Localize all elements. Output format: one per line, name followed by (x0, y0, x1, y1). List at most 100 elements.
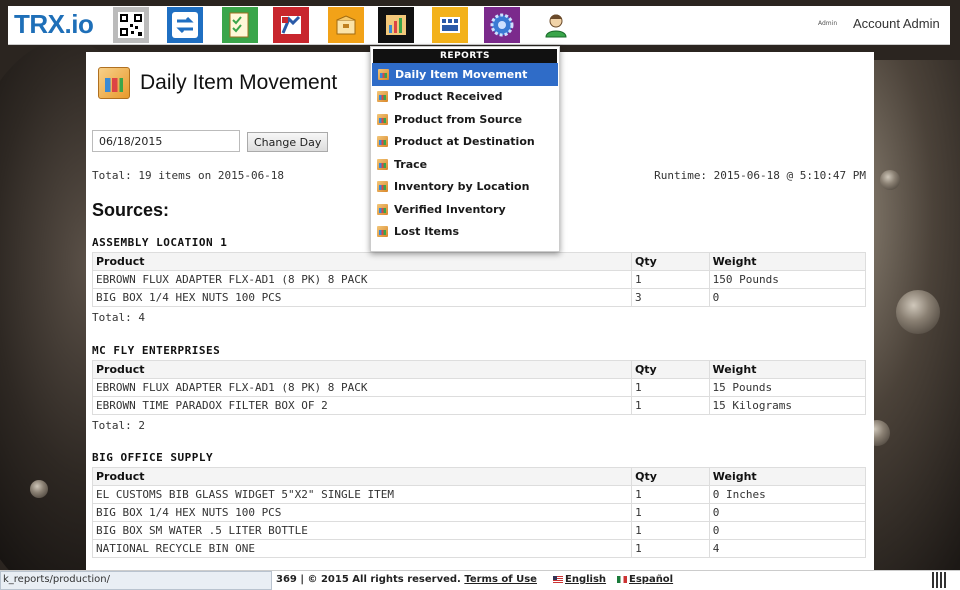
table-row: EL CUSTOMS BIB GLASS WIDGET 5"X2" SINGLE… (91, 485, 867, 504)
product-cell: BIG BOX 1/4 HEX NUTS 100 PCS (91, 503, 633, 522)
column-header-product: Product (92, 360, 632, 379)
table-header-row: Product Qty Weight (91, 467, 867, 486)
product-cell: BIG BOX SM WATER .5 LITER BOTTLE (91, 521, 633, 540)
weight-cell: 15 Pounds (708, 378, 867, 397)
weight-cell: 0 Inches (708, 485, 867, 504)
page-title: Daily Item Movement (140, 71, 338, 94)
table-row: BIG BOX 1/4 HEX NUTS 100 PCS 3 0 (92, 288, 867, 307)
user-profile-button[interactable] (538, 7, 574, 43)
movement-table: Product Qty Weight EBROWN FLUX ADAPTER F… (92, 360, 867, 415)
facility-button[interactable] (432, 7, 468, 43)
runtime-timestamp: Runtime: 2015-06-18 @ 5:10:47 PM (654, 169, 866, 182)
account-menu[interactable]: Account Admin (853, 16, 940, 31)
checklist-icon (229, 12, 249, 38)
menu-item-label: Product from Source (394, 112, 523, 126)
movement-button[interactable] (167, 7, 203, 43)
menu-item-label: Product Received (394, 90, 503, 104)
reports-menu-heading: REPORTS (373, 49, 557, 63)
transfer-arrows-icon (172, 12, 198, 38)
weight-cell: 0 (708, 503, 867, 522)
movement-table: Product Qty Weight EBROWN FLUX ADAPTER F… (92, 252, 867, 307)
menu-item-label: Inventory by Location (394, 180, 530, 194)
weight-cell: 0 (708, 521, 867, 540)
movement-table: Product Qty Weight EL CUSTOMS BIB GLASS … (91, 467, 867, 558)
qty-cell: 1 (631, 270, 710, 289)
app-logo[interactable]: TRX.io (14, 9, 94, 40)
column-header-product: Product (91, 467, 633, 486)
menu-item-product-at-destination[interactable]: Product at Destination (371, 131, 559, 154)
language-spanish-link[interactable]: Español (617, 574, 673, 585)
page-footer: k_reports/production/ 369 | © 2015 All r… (0, 570, 960, 590)
source-group-name: BIG OFFICE SUPPLY (92, 451, 214, 464)
column-header-product: Product (92, 252, 632, 271)
qty-cell: 1 (631, 485, 710, 504)
product-cell: NATIONAL RECYCLE BIN ONE (91, 539, 633, 558)
language-label: Español (629, 574, 674, 585)
weight-cell: 4 (708, 539, 867, 558)
book-icon (281, 15, 301, 34)
qty-cell: 1 (631, 503, 710, 522)
column-header-weight: Weight (708, 360, 867, 379)
report-icon (377, 226, 388, 238)
menu-item-daily-item-movement[interactable]: Daily Item Movement (372, 63, 558, 86)
product-cell: EL CUSTOMS BIB GLASS WIDGET 5"X2" SINGLE… (91, 485, 633, 504)
report-icon (378, 68, 389, 80)
menu-item-label: Daily Item Movement (395, 67, 528, 81)
box-icon (336, 15, 356, 35)
menu-item-label: Lost Items (394, 225, 460, 239)
weight-cell: 0 (708, 288, 867, 307)
table-row: EBROWN FLUX ADAPTER FLX-AD1 (8 PK) 8 PAC… (92, 270, 867, 289)
table-row: EBROWN TIME PARADOX FILTER BOX OF 2 1 15… (92, 396, 867, 415)
menu-item-lost-items[interactable]: Lost Items (371, 221, 559, 244)
qr-code-icon[interactable] (932, 572, 948, 588)
product-cell: BIG BOX 1/4 HEX NUTS 100 PCS (92, 288, 632, 307)
menu-item-trace[interactable]: Trace (371, 153, 559, 176)
copyright-text: 369 | © 2015 All rights reserved. Terms … (276, 574, 537, 585)
source-group-name: MC FLY ENTERPRISES (92, 344, 221, 357)
menu-item-product-received[interactable]: Product Received (371, 86, 559, 109)
column-header-weight: Weight (708, 467, 867, 486)
source-group: MC FLY ENTERPRISES Product Qty Weight EB… (92, 344, 867, 432)
book-button[interactable] (273, 7, 309, 43)
date-input[interactable] (92, 130, 240, 152)
qr-code-button[interactable] (113, 7, 149, 43)
qty-cell: 1 (631, 539, 710, 558)
group-total: Total: 4 (92, 311, 145, 324)
settings-button[interactable] (484, 7, 520, 43)
table-row: BIG BOX 1/4 HEX NUTS 100 PCS 1 0 (91, 503, 867, 522)
report-icon (377, 113, 388, 125)
reports-chart-icon (386, 15, 406, 35)
table-row: NATIONAL RECYCLE BIN ONE 1 4 (91, 539, 867, 558)
terms-of-use-link[interactable]: Terms of Use (464, 574, 537, 585)
change-day-button[interactable]: Change Day (247, 132, 329, 152)
report-icon (377, 203, 388, 215)
reports-button[interactable] (378, 7, 414, 43)
qr-code-icon (118, 12, 144, 38)
checklist-button[interactable] (222, 7, 258, 43)
menu-item-verified-inventory[interactable]: Verified Inventory (371, 198, 559, 221)
box-button[interactable] (328, 7, 364, 43)
reports-chart-icon (98, 67, 130, 99)
table-row: BIG BOX SM WATER .5 LITER BOTTLE 1 0 (91, 521, 867, 540)
table-row: EBROWN FLUX ADAPTER FLX-AD1 (8 PK) 8 PAC… (92, 378, 867, 397)
report-icon (377, 181, 388, 193)
total-items-summary: Total: 19 items on 2015-06-18 (92, 169, 285, 182)
menu-item-product-from-source[interactable]: Product from Source (371, 108, 559, 131)
gear-icon (490, 13, 514, 37)
group-total: Total: 2 (92, 419, 145, 432)
reports-dropdown-menu: REPORTS Daily Item Movement Product Rece… (370, 46, 560, 252)
menu-item-inventory-by-location[interactable]: Inventory by Location (371, 176, 559, 199)
product-cell: EBROWN FLUX ADAPTER FLX-AD1 (8 PK) 8 PAC… (92, 378, 632, 397)
page-header: Daily Item Movement (98, 66, 337, 100)
menu-item-label: Verified Inventory (394, 202, 506, 216)
product-cell: EBROWN TIME PARADOX FILTER BOX OF 2 (92, 396, 632, 415)
sources-heading: Sources: (92, 200, 170, 220)
table-header-row: Product Qty Weight (92, 252, 867, 271)
user-icon (545, 14, 567, 38)
weight-cell: 150 Pounds (708, 270, 867, 289)
qty-cell: 1 (630, 396, 710, 415)
qty-cell: 1 (631, 521, 710, 540)
menu-item-label: Trace (394, 157, 428, 171)
language-english-link[interactable]: English (553, 574, 606, 585)
qty-cell: 1 (630, 378, 710, 397)
